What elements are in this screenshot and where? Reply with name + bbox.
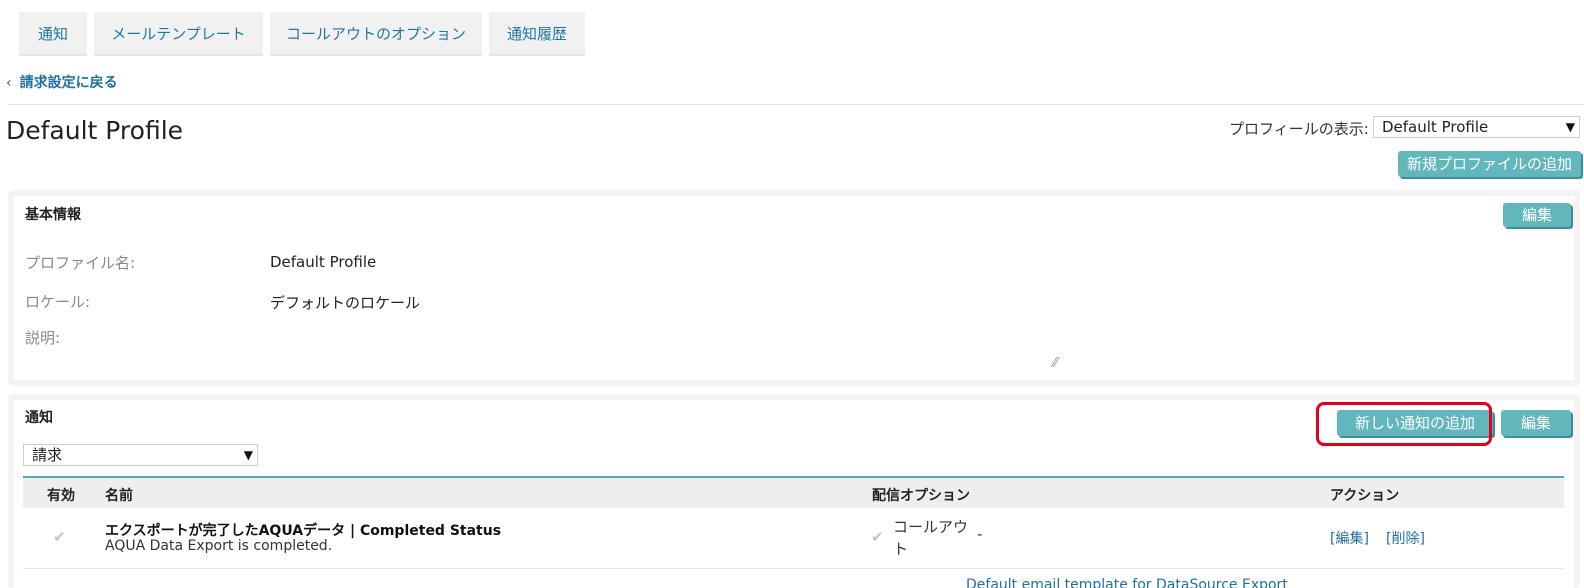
notification-description: AQUA Data Export is completed. <box>105 538 333 554</box>
resize-handle-icon[interactable]: ⁄⁄ <box>1053 356 1057 371</box>
profile-selector[interactable]: Default Profile ▼ <box>1373 116 1580 138</box>
notification-name: エクスポートが完了したAQUAデータ | Completed Status <box>105 523 502 539</box>
basic-info-edit-button[interactable]: 編集 <box>1503 203 1571 227</box>
delivery-option-callout: コールアウト <box>893 518 969 558</box>
column-header-delivery-options: 配信オプション <box>872 488 970 504</box>
notification-category-select[interactable]: 請求 ▼ <box>23 444 258 466</box>
notifications-table-header: 有効 名前 配信オプション アクション <box>23 476 1564 508</box>
page-title: Default Profile <box>6 116 184 145</box>
edit-notification-link[interactable]: [編集] <box>1330 528 1369 548</box>
description-label: 説明: <box>25 329 61 347</box>
email-template-link[interactable]: Default email template for DataSource Ex… <box>966 577 1288 588</box>
delete-notification-link[interactable]: [削除] <box>1386 528 1425 548</box>
add-new-profile-button[interactable]: 新規プロファイルの追加 <box>1398 151 1581 177</box>
dropdown-arrow-icon: ▼ <box>243 448 253 462</box>
profile-selector-value: Default Profile <box>1382 118 1489 136</box>
tab-email-templates[interactable]: メールテンプレート <box>94 12 263 56</box>
back-to-billing-settings-link[interactable]: ‹ 請求設定に戻る <box>6 72 118 92</box>
notifications-edit-button[interactable]: 編集 <box>1501 410 1571 436</box>
profile-selector-label: プロフィールの表示: <box>1229 120 1369 138</box>
table-row: ✔ エクスポートが完了したAQUAデータ | Completed Status … <box>23 508 1564 569</box>
tab-callout-options[interactable]: コールアウトのオプション <box>270 12 482 56</box>
delivery-check-icon: ✔ <box>871 528 884 546</box>
divider <box>8 104 1584 105</box>
notifications-title: 通知 <box>25 410 53 426</box>
profile-name-label: プロファイル名: <box>25 254 136 272</box>
enabled-check-icon: ✔ <box>53 528 66 546</box>
category-select-value: 請求 <box>32 446 63 464</box>
locale-value: デフォルトのロケール <box>270 294 421 312</box>
profile-name-value: Default Profile <box>270 253 377 271</box>
page: 通知 メールテンプレート コールアウトのオプション 通知履歴 ‹ 請求設定に戻る … <box>0 0 1584 588</box>
notifications-panel: 通知 新しい通知の追加 編集 請求 ▼ 有効 名前 配信オプション アクション … <box>8 394 1580 588</box>
dropdown-arrow-icon: ▼ <box>1565 120 1575 134</box>
column-header-actions: アクション <box>1330 488 1400 504</box>
tab-notification-history[interactable]: 通知履歴 <box>489 12 585 56</box>
column-header-name: 名前 <box>105 488 133 504</box>
basic-info-content: 基本情報 編集 プロファイル名: Default Profile ロケール: デ… <box>14 196 1574 380</box>
highlight-box <box>1316 402 1492 446</box>
basic-info-panel: 基本情報 編集 プロファイル名: Default Profile ロケール: デ… <box>8 190 1580 386</box>
tab-bar: 通知 メールテンプレート コールアウトのオプション 通知履歴 <box>19 12 585 56</box>
tab-notifications[interactable]: 通知 <box>19 12 87 56</box>
basic-info-title: 基本情報 <box>25 207 81 223</box>
chevron-left-icon: ‹ <box>6 75 12 91</box>
column-header-enabled: 有効 <box>47 488 75 504</box>
back-link-label: 請求設定に戻る <box>19 75 118 91</box>
notifications-content: 通知 新しい通知の追加 編集 請求 ▼ 有効 名前 配信オプション アクション … <box>14 400 1574 588</box>
delivery-option-extra: - <box>977 525 983 543</box>
locale-label: ロケール: <box>25 293 91 311</box>
